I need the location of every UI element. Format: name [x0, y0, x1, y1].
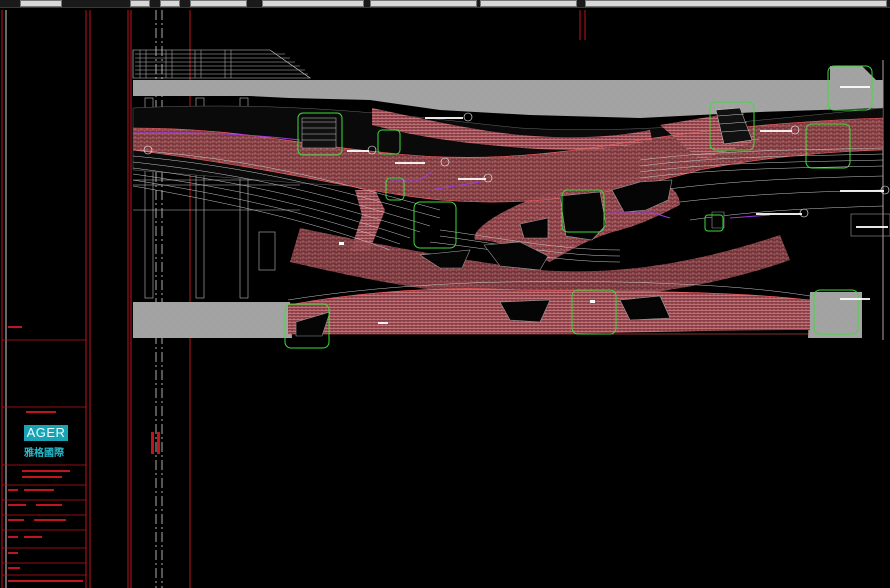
title-block [1, 10, 91, 588]
cad-viewport[interactable]: AGER 雅格國際 [0, 0, 890, 588]
company-logo: AGER [24, 425, 68, 441]
company-logo-subtitle: 雅格國際 [24, 448, 64, 459]
paving-pattern [133, 108, 883, 334]
cad-drawing-canvas[interactable] [0, 0, 890, 588]
